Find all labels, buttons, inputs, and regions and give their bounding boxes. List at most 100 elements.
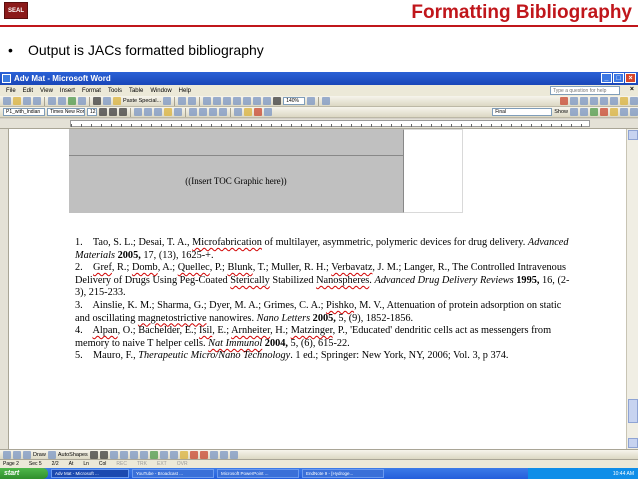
new-icon[interactable] [3, 97, 11, 105]
justify-icon[interactable] [164, 108, 172, 116]
bullets-icon[interactable] [199, 108, 207, 116]
permission-icon[interactable] [33, 97, 41, 105]
decrease-indent-icon[interactable] [209, 108, 217, 116]
paste-icon[interactable] [113, 97, 121, 105]
reviewing-pane-icon[interactable] [630, 108, 638, 116]
menu-file[interactable]: File [6, 88, 16, 94]
wordart-icon[interactable] [139, 450, 148, 459]
minimize-icon[interactable]: _ [601, 73, 612, 83]
line-color-icon[interactable] [189, 450, 198, 459]
hyperlink-icon[interactable] [203, 97, 212, 105]
scroll-up-icon[interactable] [628, 130, 638, 140]
reading-layout-icon[interactable] [322, 97, 331, 105]
status-rec[interactable]: REC [116, 461, 127, 467]
3d-icon[interactable] [229, 450, 238, 459]
menu-tools[interactable]: Tools [108, 88, 122, 94]
document-map-icon[interactable] [263, 97, 272, 105]
paste-special-button[interactable]: Paste Special... [123, 98, 161, 104]
arrow-icon[interactable] [99, 450, 108, 459]
new-comment-icon[interactable] [610, 108, 618, 116]
save-icon[interactable] [23, 97, 31, 105]
highlight-icon[interactable] [244, 108, 252, 116]
vertical-scrollbar[interactable] [626, 129, 638, 449]
fill-color-icon[interactable] [179, 450, 188, 459]
line-icon[interactable] [89, 450, 98, 459]
research-icon[interactable] [78, 97, 86, 105]
print-preview-icon[interactable] [58, 97, 66, 105]
maximize-icon[interactable]: □ [613, 73, 624, 83]
toc-graphic-cell[interactable]: ((Insert TOC Graphic here)) [69, 129, 403, 213]
endnote-find-icon[interactable] [600, 97, 608, 105]
task-youtube[interactable]: YouTube - Broadcast ... [132, 469, 214, 478]
previous-change-icon[interactable] [570, 108, 578, 116]
font-color-icon[interactable] [254, 108, 262, 116]
line-spacing-icon[interactable] [174, 108, 182, 116]
status-ovr[interactable]: OVR [177, 461, 188, 467]
status-ext[interactable]: EXT [157, 461, 167, 467]
reject-change-icon[interactable] [600, 108, 608, 116]
drawing-icon[interactable] [253, 97, 262, 105]
text-color-icon[interactable] [199, 450, 208, 459]
print-view-icon[interactable] [23, 450, 31, 459]
accept-change-icon[interactable] [590, 108, 598, 116]
menu-insert[interactable]: Insert [60, 88, 75, 94]
oval-icon[interactable] [119, 450, 128, 459]
undo-icon[interactable] [178, 97, 187, 105]
show-hide-icon[interactable] [273, 97, 282, 105]
tables-borders-icon[interactable] [213, 97, 222, 105]
open-icon[interactable] [13, 97, 21, 105]
endnote-help-icon[interactable] [630, 97, 638, 105]
endnote-insert-icon[interactable] [570, 97, 578, 105]
copy-icon[interactable] [103, 97, 111, 105]
align-right-icon[interactable] [154, 108, 162, 116]
next-change-icon[interactable] [580, 108, 588, 116]
start-button[interactable]: start [0, 468, 48, 479]
document-close-icon[interactable]: × [630, 86, 634, 93]
style-select[interactable]: P1_with_Indian [3, 108, 45, 116]
format-painter-icon[interactable] [163, 97, 172, 105]
increase-indent-icon[interactable] [219, 108, 227, 116]
font-size-select[interactable]: 12 [87, 108, 97, 116]
format-extra-icon[interactable] [264, 108, 272, 116]
select-objects-icon[interactable] [47, 450, 56, 459]
insert-table-icon[interactable] [223, 97, 232, 105]
textbox-icon[interactable] [129, 450, 138, 459]
menu-help[interactable]: Help [179, 88, 191, 94]
align-left-icon[interactable] [134, 108, 142, 116]
menu-format[interactable]: Format [82, 88, 101, 94]
bold-icon[interactable] [99, 108, 107, 116]
underline-icon[interactable] [119, 108, 127, 116]
bibliography-list[interactable]: 1. Tao, S. L.; Desai, T. A., Microfabric… [75, 237, 575, 363]
diagram-icon[interactable] [149, 450, 158, 459]
menu-edit[interactable]: Edit [23, 88, 33, 94]
scroll-thumb[interactable] [628, 399, 638, 423]
endnote-go-icon[interactable] [560, 97, 568, 105]
zoom-select[interactable]: 140% [283, 97, 306, 105]
status-trk[interactable]: TRK [137, 461, 147, 467]
toc-side-cell[interactable] [403, 129, 463, 213]
menu-view[interactable]: View [40, 88, 53, 94]
help-icon[interactable] [307, 97, 316, 105]
autoshapes-menu[interactable]: AutoShapes [58, 452, 88, 458]
show-markup-button[interactable]: Show [554, 109, 568, 115]
menu-table[interactable]: Table [129, 88, 143, 94]
rectangle-icon[interactable] [109, 450, 118, 459]
endnote-edit-icon[interactable] [580, 97, 588, 105]
endnote-export-icon[interactable] [620, 97, 628, 105]
print-icon[interactable] [48, 97, 56, 105]
cut-icon[interactable] [93, 97, 101, 105]
endnote-tools-icon[interactable] [610, 97, 618, 105]
horizontal-ruler[interactable] [0, 119, 638, 129]
track-changes-icon[interactable] [620, 108, 628, 116]
task-word[interactable]: Adv Mat - Microsoft ... [51, 469, 129, 478]
close-icon[interactable]: × [625, 73, 636, 83]
insert-excel-icon[interactable] [233, 97, 242, 105]
picture-icon[interactable] [169, 450, 178, 459]
columns-icon[interactable] [243, 97, 252, 105]
numbering-icon[interactable] [189, 108, 197, 116]
spelling-icon[interactable] [68, 97, 76, 105]
line-style-icon[interactable] [209, 450, 218, 459]
center-icon[interactable] [144, 108, 152, 116]
font-select[interactable]: Times New Roman [47, 108, 85, 116]
clipart-icon[interactable] [159, 450, 168, 459]
